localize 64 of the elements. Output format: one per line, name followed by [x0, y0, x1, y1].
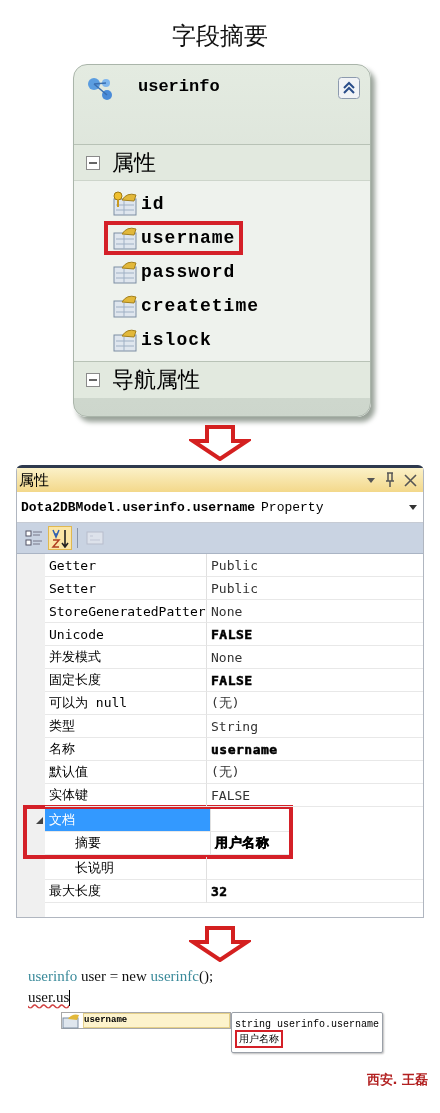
property-value: username — [211, 741, 278, 757]
property-icon — [62, 1012, 80, 1029]
property-value: FALSE — [211, 672, 253, 688]
property-icon — [112, 327, 138, 353]
panel-title: 属性 — [19, 470, 49, 490]
down-arrow-icon — [189, 425, 251, 461]
close-icon[interactable] — [404, 473, 417, 487]
property-name: 最大长度 — [45, 880, 207, 903]
down-arrow-icon — [189, 926, 251, 962]
property-name: id — [141, 194, 165, 214]
property-value: FALSE — [211, 787, 251, 803]
property-name: 实体键 — [45, 784, 207, 807]
property-name: password — [141, 262, 236, 282]
collapse-button[interactable] — [338, 77, 360, 99]
section-label: 导航属性 — [112, 366, 200, 394]
property-name: StoreGeneratedPatter — [45, 600, 207, 623]
property-value: String — [211, 718, 258, 734]
code-text-error: user.us — [28, 989, 70, 1006]
property-name: 可以为 null — [45, 692, 207, 715]
dropdown-icon[interactable] — [409, 504, 417, 510]
property-value: Public — [211, 557, 258, 573]
property-name: 长说明 — [45, 857, 207, 880]
property-icon — [112, 293, 138, 319]
property-value: 32 — [211, 883, 228, 899]
object-type: Property — [261, 499, 325, 515]
code-text: user = new — [79, 968, 148, 985]
property-name: createtime — [141, 296, 260, 316]
page-title: 字段摘要 — [172, 21, 268, 52]
collapse-toggle-icon[interactable] — [86, 155, 100, 170]
property-name: Unicode — [45, 623, 207, 646]
property-name: 默认值 — [45, 761, 207, 784]
property-name: 固定长度 — [45, 669, 207, 692]
expander-icon[interactable] — [36, 817, 43, 824]
code-text: userinfc — [150, 968, 199, 985]
code-text: userinfo — [28, 968, 78, 985]
property-value: Public — [211, 580, 258, 596]
property-name: username — [141, 228, 236, 248]
property-value: (无) — [211, 694, 240, 712]
property-value: None — [211, 649, 243, 665]
object-name: Dota2DBModel.userinfo.username — [21, 499, 256, 515]
property-value: 用户名称 — [215, 834, 269, 852]
code-text: (); — [198, 968, 214, 985]
property-name: 名称 — [45, 738, 207, 761]
collapse-toggle-icon[interactable] — [86, 373, 100, 387]
text-cursor — [69, 989, 71, 1006]
entity-name: userinfo — [138, 77, 221, 96]
property-name: 摘要 — [45, 832, 211, 855]
property-value: FALSE — [211, 626, 253, 642]
property-name: islock — [141, 330, 212, 350]
property-icon — [112, 225, 138, 251]
tooltip-summary: 用户名称 — [235, 1030, 283, 1048]
tooltip-signature: string userinfo.username — [235, 1019, 380, 1030]
pin-icon[interactable] — [384, 472, 396, 488]
property-name: Getter — [45, 554, 207, 577]
property-icon — [112, 259, 138, 285]
dropdown-icon[interactable] — [366, 476, 376, 484]
property-name: 并发模式 — [45, 646, 207, 669]
section-label: 属性 — [112, 148, 156, 177]
property-value: None — [211, 603, 243, 619]
property-name: 类型 — [45, 715, 207, 738]
property-value: (无) — [211, 763, 240, 781]
property-name: Setter — [45, 577, 207, 600]
author-note: 西安. 王磊 — [366, 1071, 428, 1089]
sort-alphabetical-button[interactable] — [48, 526, 72, 550]
